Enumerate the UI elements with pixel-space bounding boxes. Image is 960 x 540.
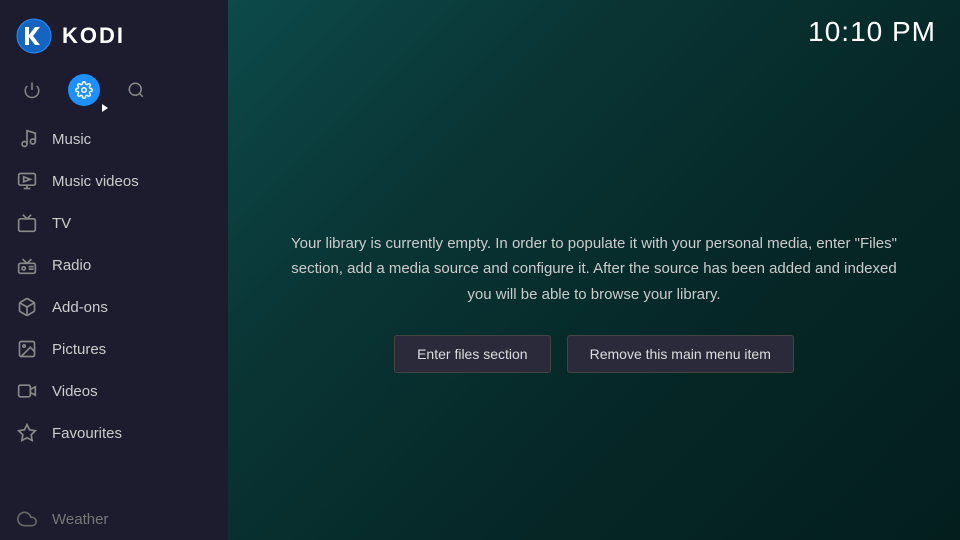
sidebar-menu: Music Music videos TV [0,118,228,498]
sidebar-bottom: Weather [0,498,228,540]
top-bar: 10:10 PM [228,0,960,64]
addons-icon [16,296,38,318]
app-title: KODI [62,23,125,49]
sidebar-item-music-videos[interactable]: Music videos [0,160,228,202]
library-info-text: Your library is currently empty. In orde… [288,231,900,308]
content-area: Your library is currently empty. In orde… [228,64,960,540]
sidebar-item-favourites-label: Favourites [52,425,122,442]
sidebar-item-pictures[interactable]: Pictures [0,328,228,370]
action-buttons: Enter files section Remove this main men… [394,335,794,373]
sidebar-item-addons[interactable]: Add-ons [0,286,228,328]
sidebar-item-weather-label: Weather [52,511,108,528]
videos-icon [16,380,38,402]
search-button[interactable] [120,74,152,106]
sidebar-item-weather[interactable]: Weather [0,498,228,540]
sidebar-item-radio-label: Radio [52,257,91,274]
enter-files-button[interactable]: Enter files section [394,335,551,373]
sidebar-item-pictures-label: Pictures [52,341,106,358]
pictures-icon [16,338,38,360]
sidebar-item-tv[interactable]: TV [0,202,228,244]
sidebar-item-tv-label: TV [52,215,71,232]
star-icon [16,422,38,444]
settings-button[interactable] [68,74,100,106]
sidebar-item-favourites[interactable]: Favourites [0,412,228,454]
weather-icon [16,508,38,530]
tv-icon [16,212,38,234]
music-video-icon [16,170,38,192]
sidebar-item-music-label: Music [52,131,91,148]
sidebar-item-addons-label: Add-ons [52,299,108,316]
power-button[interactable] [16,74,48,106]
music-icon [16,128,38,150]
radio-icon [16,254,38,276]
sidebar: KODI [0,0,228,540]
sidebar-item-videos-label: Videos [52,383,98,400]
remove-menu-item-button[interactable]: Remove this main menu item [567,335,794,373]
sidebar-item-radio[interactable]: Radio [0,244,228,286]
clock-display: 10:10 PM [808,16,936,48]
main-content: 10:10 PM Your library is currently empty… [228,0,960,540]
sidebar-item-videos[interactable]: Videos [0,370,228,412]
sidebar-item-music[interactable]: Music [0,118,228,160]
sidebar-action-icons [0,70,228,118]
sidebar-item-music-videos-label: Music videos [52,173,139,190]
sidebar-header: KODI [0,0,228,70]
kodi-logo [16,18,52,54]
